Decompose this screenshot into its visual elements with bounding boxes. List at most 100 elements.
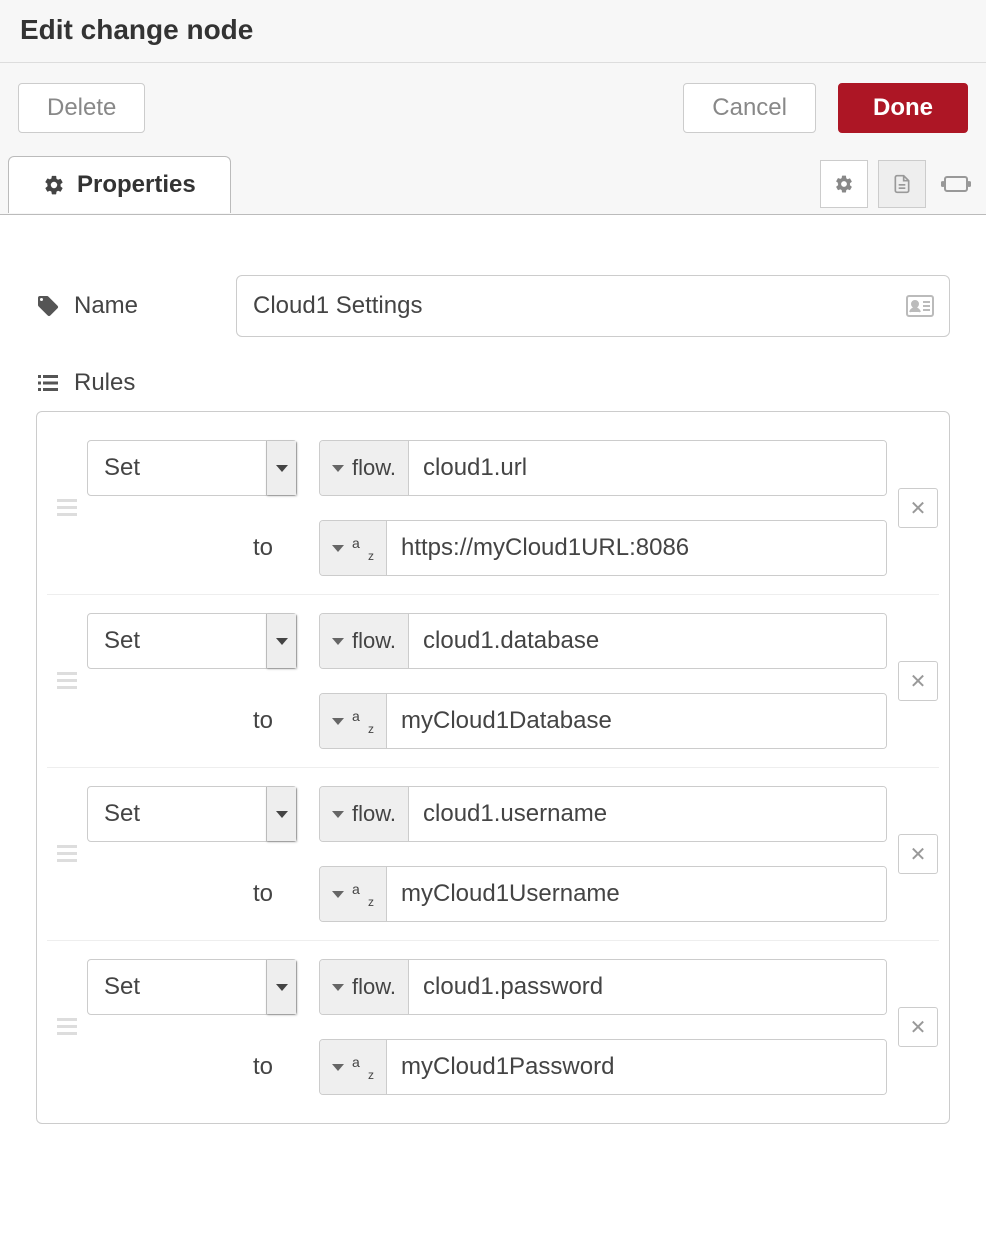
grip-icon (57, 1018, 77, 1036)
string-type-icon (352, 539, 374, 557)
value-field[interactable] (387, 694, 886, 748)
delete-button[interactable]: Delete (18, 83, 145, 133)
chevron-down-icon (266, 441, 296, 495)
rule-value-input[interactable] (319, 866, 887, 922)
caret-down-icon (332, 545, 344, 552)
to-label: to (87, 707, 297, 735)
chevron-down-icon (266, 960, 296, 1014)
close-icon: ✕ (910, 842, 927, 867)
rules-label-row: Rules (36, 369, 950, 397)
property-type-label: flow. (352, 455, 396, 481)
rule-action-select[interactable]: Set (87, 613, 297, 669)
string-type-icon (352, 885, 374, 903)
content-area: Name Rules Set (0, 215, 986, 1144)
caret-down-icon (332, 638, 344, 645)
node-description-button[interactable] (878, 160, 926, 208)
grip-icon (57, 499, 77, 517)
property-type-selector[interactable]: flow. (320, 441, 409, 495)
property-type-label: flow. (352, 628, 396, 654)
property-type-label: flow. (352, 974, 396, 1000)
tab-properties[interactable]: Properties (8, 156, 231, 213)
rule-row: Set flow. to (47, 941, 939, 1113)
rule-action-text: Set (88, 454, 266, 482)
drag-handle[interactable] (47, 613, 87, 749)
value-field[interactable] (387, 1040, 886, 1094)
caret-down-icon (332, 891, 344, 898)
delete-rule-button[interactable]: ✕ (898, 661, 938, 701)
caret-down-icon (332, 465, 344, 472)
to-label: to (87, 1053, 297, 1081)
drag-handle[interactable] (47, 786, 87, 922)
tag-icon (36, 294, 60, 318)
rule-property-input[interactable]: flow. (319, 959, 887, 1015)
to-label: to (87, 534, 297, 562)
delete-rule-button[interactable]: ✕ (898, 834, 938, 874)
delete-rule-button[interactable]: ✕ (898, 1007, 938, 1047)
name-input[interactable] (236, 275, 950, 337)
property-type-selector[interactable]: flow. (320, 614, 409, 668)
property-path-field[interactable] (409, 441, 886, 495)
grip-icon (57, 672, 77, 690)
property-path-field[interactable] (409, 960, 886, 1014)
node-settings-button[interactable] (820, 160, 868, 208)
node-appearance-button[interactable] (936, 160, 976, 208)
rule-value-input[interactable] (319, 1039, 887, 1095)
rule-property-input[interactable]: flow. (319, 440, 887, 496)
chevron-down-icon (266, 614, 296, 668)
appearance-icon (941, 173, 971, 195)
drag-handle[interactable] (47, 959, 87, 1095)
caret-down-icon (332, 984, 344, 991)
close-icon: ✕ (910, 496, 927, 521)
rule-action-select[interactable]: Set (87, 440, 297, 496)
rule-action-text: Set (88, 973, 266, 1001)
chevron-down-icon (266, 787, 296, 841)
value-type-selector[interactable] (320, 694, 387, 748)
rule-row: Set flow. to (47, 422, 939, 595)
rule-value-input[interactable] (319, 693, 887, 749)
dialog-title: Edit change node (0, 0, 986, 63)
drag-handle[interactable] (47, 440, 87, 576)
caret-down-icon (332, 718, 344, 725)
name-row: Name (36, 275, 950, 337)
rule-property-input[interactable]: flow. (319, 786, 887, 842)
value-field[interactable] (387, 867, 886, 921)
tabs-row: Properties (0, 153, 986, 215)
grip-icon (57, 845, 77, 863)
id-badge-icon (906, 295, 934, 317)
string-type-icon (352, 712, 374, 730)
rule-value-input[interactable] (319, 520, 887, 576)
property-type-selector[interactable]: flow. (320, 787, 409, 841)
close-icon: ✕ (910, 669, 927, 694)
value-field[interactable] (387, 521, 886, 575)
name-label-text: Name (74, 292, 138, 320)
rule-action-select[interactable]: Set (87, 786, 297, 842)
property-path-field[interactable] (409, 787, 886, 841)
value-type-selector[interactable] (320, 521, 387, 575)
file-icon (892, 173, 912, 195)
rules-container: Set flow. to (36, 411, 950, 1124)
value-type-selector[interactable] (320, 1040, 387, 1094)
value-type-selector[interactable] (320, 867, 387, 921)
caret-down-icon (332, 811, 344, 818)
property-type-label: flow. (352, 801, 396, 827)
cancel-button[interactable]: Cancel (683, 83, 816, 133)
string-type-icon (352, 1058, 374, 1076)
done-button[interactable]: Done (838, 83, 968, 133)
delete-rule-button[interactable]: ✕ (898, 488, 938, 528)
toolbar: Delete Cancel Done (0, 63, 986, 153)
rules-label: Rules (36, 369, 236, 397)
rule-action-text: Set (88, 800, 266, 828)
to-label: to (87, 880, 297, 908)
name-label: Name (36, 292, 236, 320)
list-icon (36, 371, 60, 395)
rule-action-select[interactable]: Set (87, 959, 297, 1015)
property-path-field[interactable] (409, 614, 886, 668)
caret-down-icon (332, 1064, 344, 1071)
close-icon: ✕ (910, 1015, 927, 1040)
rule-row: Set flow. to (47, 595, 939, 768)
property-type-selector[interactable]: flow. (320, 960, 409, 1014)
rules-label-text: Rules (74, 369, 135, 397)
gear-icon (43, 174, 65, 196)
rule-property-input[interactable]: flow. (319, 613, 887, 669)
rule-action-text: Set (88, 627, 266, 655)
